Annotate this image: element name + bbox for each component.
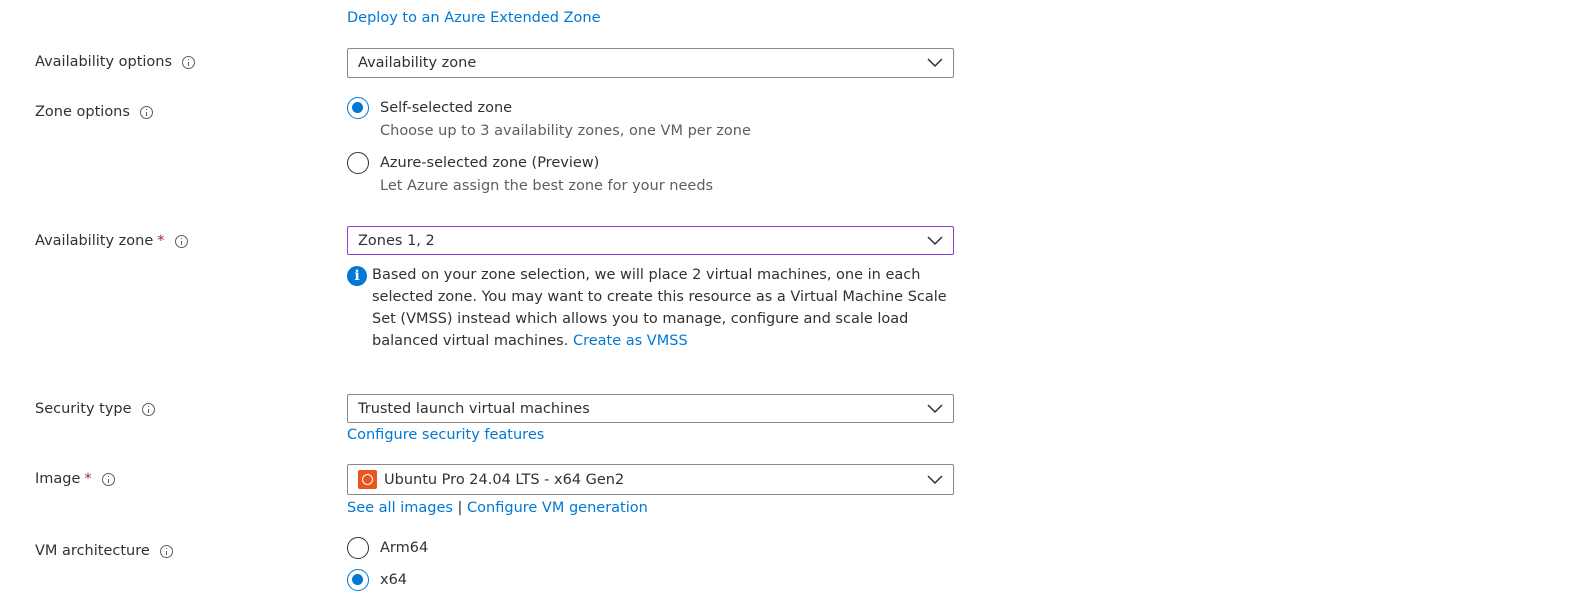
azure-selected-zone-description: Let Azure assign the best zone for your …: [380, 178, 714, 194]
link-separator: |: [457, 500, 463, 516]
arm64-radio[interactable]: [347, 537, 369, 559]
image-dropdown[interactable]: Ubuntu Pro 24.04 LTS - x64 Gen2: [347, 464, 954, 495]
zone-options-label: Zone options: [35, 104, 153, 120]
ubuntu-logo-icon: [358, 470, 377, 489]
azure-selected-zone-radio[interactable]: [347, 152, 369, 174]
availability-zone-dropdown[interactable]: Zones 1, 2: [347, 226, 954, 255]
chevron-down-icon: [927, 235, 943, 245]
availability-options-value: Availability zone: [358, 55, 477, 71]
required-asterisk: *: [84, 471, 92, 487]
info-icon[interactable]: [174, 234, 188, 248]
zone-info-body: Based on your zone selection, we will pl…: [372, 264, 967, 352]
image-label: Image *: [35, 471, 115, 487]
chevron-down-icon: [927, 474, 943, 484]
chevron-down-icon: [927, 403, 943, 413]
availability-options-dropdown[interactable]: Availability zone: [347, 48, 954, 78]
vm-architecture-label: VM architecture: [35, 543, 173, 559]
availability-zone-label: Availability zone *: [35, 233, 188, 249]
self-selected-zone-radio[interactable]: [347, 97, 369, 119]
azure-selected-zone-label[interactable]: Azure-selected zone (Preview): [380, 155, 599, 171]
required-asterisk: *: [157, 233, 165, 249]
self-selected-zone-label[interactable]: Self-selected zone: [380, 100, 512, 116]
image-links: See all images | Configure VM generation: [347, 500, 648, 516]
availability-options-label-text: Availability options: [35, 54, 173, 70]
info-icon[interactable]: [139, 105, 153, 119]
security-type-value: Trusted launch virtual machines: [358, 400, 590, 417]
security-type-label-text: Security type: [35, 401, 132, 417]
chevron-down-icon: [927, 58, 943, 68]
info-icon[interactable]: [159, 544, 173, 558]
info-icon[interactable]: [101, 472, 115, 486]
info-icon[interactable]: [182, 55, 196, 69]
x64-radio[interactable]: [347, 569, 369, 591]
image-value: Ubuntu Pro 24.04 LTS - x64 Gen2: [384, 471, 625, 488]
availability-zone-value: Zones 1, 2: [358, 232, 435, 249]
deploy-extended-zone-link[interactable]: Deploy to an Azure Extended Zone: [347, 10, 601, 26]
configure-security-features-link[interactable]: Configure security features: [347, 427, 544, 443]
availability-options-label: Availability options: [35, 54, 196, 70]
security-type-dropdown[interactable]: Trusted launch virtual machines: [347, 394, 954, 423]
vm-architecture-label-text: VM architecture: [35, 543, 150, 559]
arm64-label[interactable]: Arm64: [380, 540, 428, 556]
image-label-text: Image: [35, 471, 81, 487]
x64-label[interactable]: x64: [380, 572, 407, 588]
configure-vm-generation-link[interactable]: Configure VM generation: [467, 500, 648, 516]
availability-zone-label-text: Availability zone: [35, 233, 154, 249]
zone-info-message: i Based on your zone selection, we will …: [347, 264, 967, 352]
self-selected-zone-description: Choose up to 3 availability zones, one V…: [380, 123, 751, 139]
zone-options-label-text: Zone options: [35, 104, 130, 120]
info-icon[interactable]: [141, 402, 155, 416]
security-type-label: Security type: [35, 401, 155, 417]
see-all-images-link[interactable]: See all images: [347, 500, 453, 516]
create-as-vmss-link[interactable]: Create as VMSS: [573, 333, 688, 349]
info-circle-icon: i: [347, 266, 367, 286]
